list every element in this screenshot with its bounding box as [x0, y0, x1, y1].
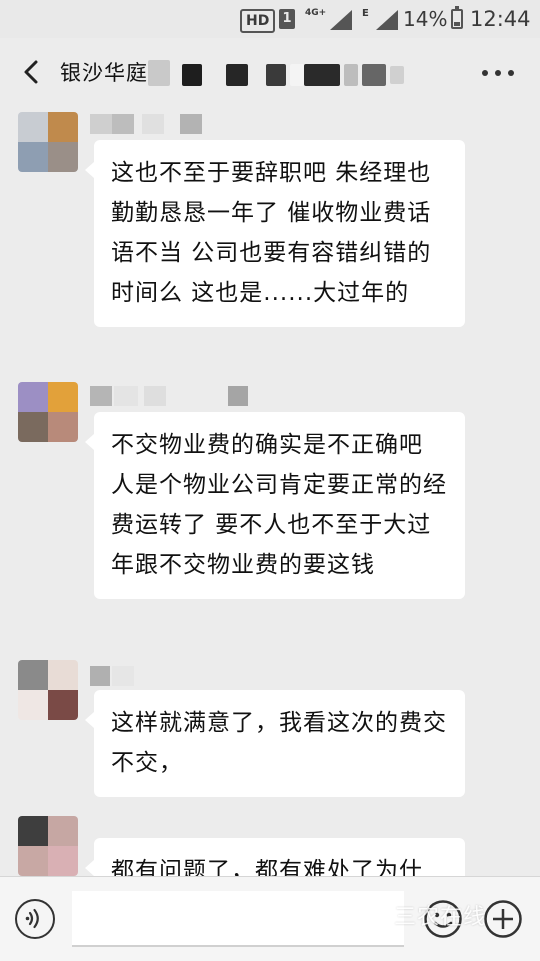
avatar[interactable] — [18, 382, 78, 442]
avatar[interactable] — [18, 112, 78, 172]
chat-message-list[interactable]: 这也不至于要辞职吧 朱经理也勤勤恳恳一年了 催收物业费话语不当 公司也要有容错纠… — [0, 108, 540, 876]
voice-icon[interactable] — [15, 899, 55, 939]
status-bar: HD 1 4G+ E 14% 12:44 — [0, 0, 540, 38]
message-bubble[interactable]: 不交物业费的确实是不正确吧 人是个物业公司肯定要正常的经费运转了 要不人也不至于… — [85, 412, 465, 599]
hd-indicator: HD — [240, 9, 276, 33]
sender-name-redacted — [90, 666, 270, 686]
message-input[interactable] — [72, 891, 404, 947]
watermark-text: 三农在线 — [394, 905, 487, 930]
message-bubble[interactable]: 这也不至于要辞职吧 朱经理也勤勤恳恳一年了 催收物业费话语不当 公司也要有容错纠… — [85, 140, 465, 327]
avatar[interactable] — [18, 816, 78, 876]
watermark: 三农在线 — [360, 896, 532, 940]
message-bubble[interactable]: 这样就满意了，我看这次的费交不交， — [85, 690, 465, 797]
signal-icon-secondary — [376, 10, 398, 30]
chat-title: 银沙华庭 — [60, 61, 148, 85]
location-pin-icon — [360, 902, 386, 934]
signal-icon — [330, 10, 352, 30]
sender-name-redacted — [90, 386, 270, 406]
chat-header: 银沙华庭 — [0, 38, 540, 108]
chevron-left-icon[interactable] — [18, 58, 46, 86]
more-dots-icon[interactable] — [480, 66, 516, 80]
network-type-secondary: E — [362, 8, 369, 19]
battery-percent: 14% — [403, 7, 448, 31]
sender-name-redacted — [90, 114, 270, 134]
network-type: 4G+ — [305, 8, 327, 18]
sim-indicator: 1 — [279, 9, 295, 29]
clock: 12:44 — [470, 7, 531, 31]
battery-icon — [451, 6, 463, 29]
avatar[interactable] — [18, 660, 78, 720]
message-bubble[interactable]: 都有问题了，都有难处了为什 — [85, 838, 465, 876]
